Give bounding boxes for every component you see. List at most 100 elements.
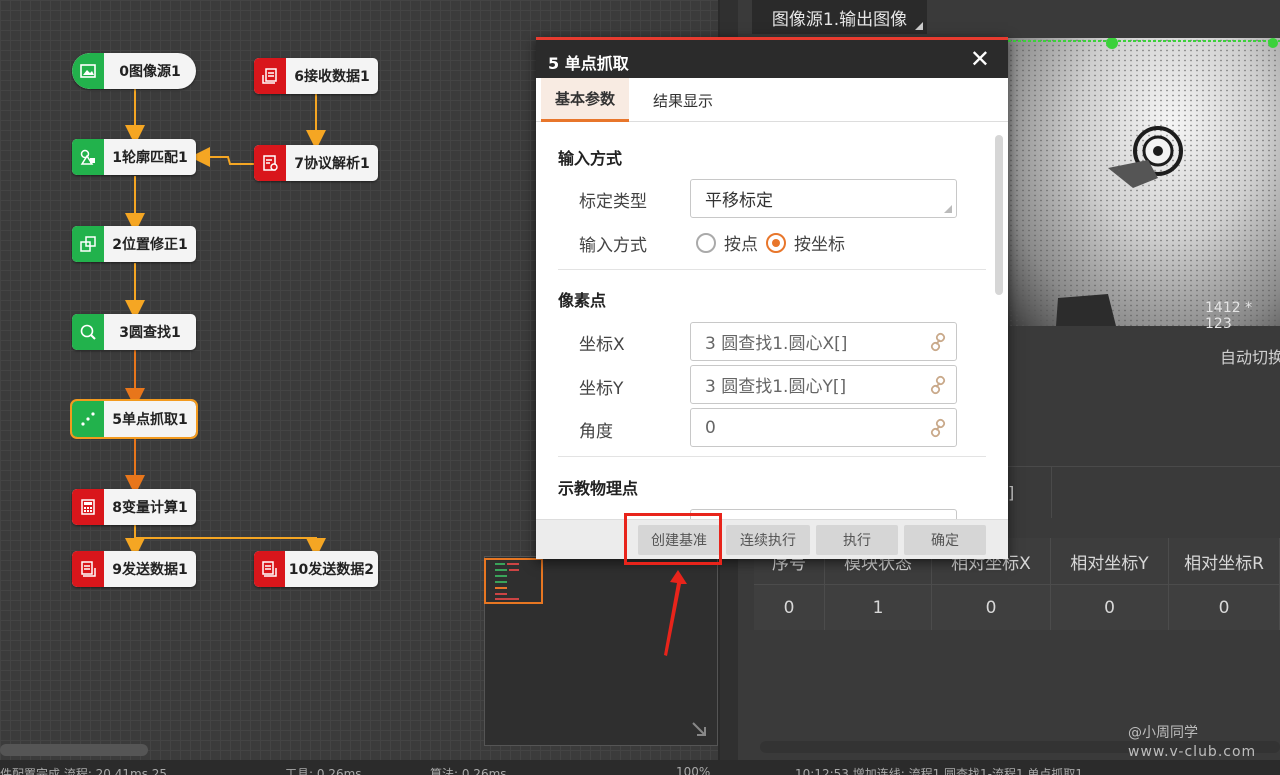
image-tab-label: 图像源1.输出图像 (771, 9, 908, 30)
resize-arrow-icon[interactable] (691, 721, 707, 737)
radio-by-point-label[interactable]: 按点 (724, 230, 758, 255)
node-label: 7协议解析1 (294, 156, 370, 172)
node-send-data-2[interactable]: 10发送数据2 (254, 551, 378, 587)
circle-search-icon (72, 314, 104, 350)
image-icon (72, 53, 104, 89)
status-tool-time: 工具: 0.26ms (285, 767, 362, 775)
point-grab-dialog: 5 单点抓取 ✕ 基本参数 结果显示 输入方式 标定类型 平移标定 输入方式 按… (536, 37, 1008, 559)
status-algo-time: 算法: 0.26ms (430, 767, 507, 775)
point-grab-icon (72, 401, 104, 437)
dialog-footer: 创建基准 连续执行 执行 确定 (536, 519, 1008, 559)
node-label: 3圆查找1 (119, 325, 181, 341)
result-partial-row: ] (1008, 466, 1280, 518)
chevron-down-icon (944, 205, 952, 213)
coord-x-label: 坐标X (579, 335, 625, 355)
cell-status: 1 (825, 585, 932, 630)
node-send-data-1[interactable]: 9发送数据1 (72, 551, 196, 587)
run-button[interactable]: 执行 (816, 525, 898, 555)
calib-type-label: 标定类型 (579, 192, 647, 212)
watermark-url: www.v-club.com (1128, 744, 1257, 760)
dialog-titlebar[interactable]: 5 单点抓取 ✕ (536, 40, 1008, 78)
auto-switch-label[interactable]: 自动切换 (1220, 344, 1280, 368)
radio-by-point[interactable] (696, 232, 716, 253)
node-label: 0图像源1 (119, 64, 181, 80)
section-input-mode: 输入方式 (558, 149, 623, 168)
table-divider (1051, 466, 1052, 518)
shapes-icon (72, 139, 104, 175)
section-divider (558, 456, 986, 457)
dropdown-corner-icon (915, 22, 923, 30)
image-output-tab[interactable]: 图像源1.输出图像 (752, 0, 927, 34)
annotation-highlight-box (624, 513, 722, 565)
cell-index: 0 (754, 585, 825, 630)
node-label: 6接收数据1 (294, 69, 370, 85)
radio-by-coordinate[interactable] (766, 232, 786, 253)
position-fix-icon (72, 226, 104, 262)
calib-type-select[interactable]: 平移标定 (690, 179, 957, 218)
canvas-hscrollbar[interactable] (0, 744, 148, 756)
link-icon[interactable] (928, 332, 948, 352)
node-label: 5单点抓取1 (112, 412, 188, 428)
tab-result-display[interactable]: 结果显示 (639, 78, 727, 122)
coord-y-value: 3 圆查找1.圆心Y[] (705, 377, 847, 397)
node-variable-calc[interactable]: 8变量计算1 (72, 489, 196, 525)
col-header-rel-y: 相对坐标Y (1051, 538, 1169, 584)
node-point-grab[interactable]: 5单点抓取1 (70, 399, 198, 439)
section-teach-point: 示教物理点 (558, 479, 639, 498)
calculator-icon (72, 489, 104, 525)
node-protocol-parse[interactable]: 7协议解析1 (254, 145, 378, 181)
node-label: 1轮廓匹配1 (112, 150, 188, 166)
link-icon[interactable] (928, 418, 948, 438)
cell-rel-x: 0 (932, 585, 1051, 630)
input-mode-label: 输入方式 (579, 236, 647, 256)
dialog-tabs: 基本参数 结果显示 (536, 78, 1008, 122)
continuous-run-button[interactable]: 连续执行 (726, 525, 810, 555)
status-zoom: 100% (676, 765, 711, 775)
node-circle-search[interactable]: 3圆查找1 (72, 314, 196, 350)
node-position-fix[interactable]: 2位置修正1 (72, 226, 196, 262)
link-icon[interactable] (928, 375, 948, 395)
coord-y-label: 坐标Y (579, 379, 624, 399)
col-header-rel-r: 相对坐标R (1169, 538, 1280, 584)
status-timing: 件配置完成 流程: 20.41ms 25 (0, 767, 168, 775)
teach-field-partial[interactable] (690, 509, 957, 519)
calib-type-value: 平移标定 (705, 191, 773, 211)
section-pixel-point: 像素点 (558, 291, 607, 310)
close-icon[interactable]: ✕ (970, 46, 990, 72)
table-row[interactable]: 0 1 0 0 0 (754, 584, 1280, 630)
protocol-parse-icon (254, 145, 286, 181)
coord-x-field[interactable]: 3 圆查找1.圆心X[] (690, 322, 957, 361)
coord-x-value: 3 圆查找1.圆心X[] (705, 334, 848, 354)
image-size-readout: 1412 * 123 (1205, 300, 1253, 332)
node-receive-data[interactable]: 6接收数据1 (254, 58, 378, 94)
confirm-button[interactable]: 确定 (904, 525, 986, 555)
send-data-icon (72, 551, 104, 587)
partial-cell: ] (1008, 483, 1015, 502)
send-data-icon (254, 551, 285, 587)
dialog-title: 5 单点抓取 (548, 54, 629, 73)
angle-field[interactable]: 0 (690, 408, 957, 447)
cell-rel-y: 0 (1051, 585, 1169, 630)
input-mode-radio-group: 按点 按坐标 (696, 230, 845, 255)
radio-by-coordinate-label[interactable]: 按坐标 (794, 230, 845, 255)
annotation-arrow-icon (664, 570, 687, 656)
watermark-author: @小周同学 (1128, 725, 1198, 741)
section-divider (558, 269, 986, 270)
minimap-viewport[interactable] (484, 558, 543, 604)
node-contour-match[interactable]: 1轮廓匹配1 (72, 139, 196, 175)
node-label: 8变量计算1 (112, 500, 188, 516)
node-image-source[interactable]: 0图像源1 (72, 53, 196, 89)
node-label: 9发送数据1 (112, 562, 188, 578)
node-label: 10发送数据2 (288, 562, 374, 578)
status-bar: 件配置完成 流程: 20.41ms 25 工具: 0.26ms 算法: 0.26… (0, 760, 1280, 775)
coord-y-field[interactable]: 3 圆查找1.圆心Y[] (690, 365, 957, 404)
status-log: 10:12:53 增加连线: 流程1.圆查找1-流程1.单点抓取1 (795, 767, 1084, 775)
preview-image-drawing (1008, 38, 1280, 326)
image-preview[interactable] (1008, 38, 1280, 326)
cell-rel-r: 0 (1169, 585, 1280, 630)
dialog-body: 输入方式 标定类型 平移标定 输入方式 按点 按坐标 像素点 坐标X 3 圆查找… (536, 123, 1008, 519)
receive-data-icon (254, 58, 286, 94)
tab-basic-params[interactable]: 基本参数 (541, 78, 630, 122)
angle-value: 0 (705, 417, 716, 438)
dialog-vscrollbar[interactable] (995, 135, 1003, 295)
